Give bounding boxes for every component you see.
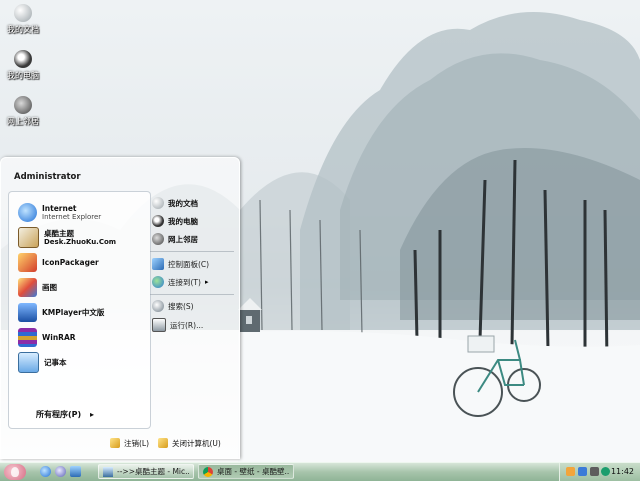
quicklaunch-desktop-icon[interactable] [70, 466, 81, 477]
program-iconpackager[interactable]: IconPackager [18, 251, 99, 273]
start-menu-control-panel[interactable]: 控制面板(C) [152, 256, 209, 272]
ie-icon [18, 202, 37, 222]
system-tray: 11:42 [559, 463, 640, 481]
program-title: KMPlayer中文版 [42, 307, 105, 317]
start-menu-network[interactable]: 网上邻居 [152, 231, 198, 247]
start-menu-search[interactable]: 搜索(S) [152, 298, 194, 314]
connect-icon [152, 276, 164, 288]
computer-icon [14, 50, 32, 68]
taskbar: -->>桌酷主题 - Mic... 桌面 - 壁纸 - 桌酷壁... 11:42 [0, 462, 640, 481]
program-title: IconPackager [42, 257, 99, 267]
kmplayer-icon [18, 302, 37, 322]
program-notepad[interactable]: 记事本 [18, 351, 67, 373]
all-programs-label: 所有程序(P) [36, 410, 82, 419]
taskbar-window-wallpaper[interactable]: 桌面 - 壁纸 - 桌酷壁... [198, 464, 294, 479]
desktop-icon-label: 我的文档 [7, 25, 39, 34]
winrar-icon [18, 327, 37, 347]
places-label: 控制面板(C) [168, 259, 210, 269]
taskbar-clock[interactable]: 11:42 [611, 467, 634, 476]
explorer-window-icon [103, 466, 113, 477]
places-label: 运行(R)... [170, 320, 204, 330]
places-label: 网上邻居 [168, 234, 198, 244]
key-icon [110, 438, 120, 448]
shutdown-label: 关闭计算机(U) [172, 438, 221, 448]
network-icon [152, 233, 164, 245]
places-label: 我的文档 [168, 198, 198, 208]
shutdown-button[interactable]: 关闭计算机(U) [158, 436, 221, 450]
places-label: 搜索(S) [168, 301, 194, 311]
program-title: Internet [42, 203, 77, 213]
iconpackager-icon [18, 252, 37, 272]
quicklaunch-browser-icon[interactable] [55, 466, 66, 477]
quicklaunch-ie-icon[interactable] [40, 466, 51, 477]
tray-network-icon[interactable] [578, 467, 587, 476]
program-zhuoku-theme[interactable]: 桌酷主题 Desk.ZhuoKu.Com [18, 226, 116, 248]
taskbar-window-label: -->>桌酷主题 - Mic... [117, 467, 189, 476]
start-menu-user-name: Administrator [14, 172, 81, 182]
places-divider [150, 251, 234, 252]
power-icon [158, 438, 168, 448]
arrow-right-icon: ▸ [89, 410, 94, 419]
desktop-icon-my-documents[interactable]: 我的文档 [4, 4, 42, 35]
program-subtitle: Desk.ZhuoKu.Com [44, 237, 117, 246]
all-programs-button[interactable]: 所有程序(P) ▸ [36, 409, 94, 420]
places-label: 连接到(T) [168, 277, 201, 287]
program-title: WinRAR [42, 332, 76, 342]
system-divider [150, 294, 234, 295]
program-winrar[interactable]: WinRAR [18, 326, 76, 348]
network-icon [14, 96, 32, 114]
search-icon [152, 300, 164, 312]
documents-icon [152, 197, 164, 209]
taskbar-window-label: 桌面 - 壁纸 - 桌酷壁... [217, 467, 289, 476]
tray-volume-icon[interactable] [590, 467, 599, 476]
program-subtitle: Internet Explorer [42, 212, 102, 221]
notepad-icon [18, 351, 39, 373]
program-title: 画图 [42, 282, 57, 292]
paint-icon [18, 277, 37, 297]
computer-icon [152, 215, 164, 227]
logoff-button[interactable]: 注销(L) [110, 436, 149, 450]
documents-icon [14, 4, 32, 22]
desktop-icon-label: 网上邻居 [7, 117, 39, 126]
taskbar-window-zhuoku[interactable]: -->>桌酷主题 - Mic... [98, 464, 194, 479]
run-icon [152, 318, 166, 332]
program-paint[interactable]: 画图 [18, 276, 57, 298]
tray-app-icon[interactable] [566, 467, 575, 476]
program-title: 桌酷主题 [44, 228, 74, 238]
desktop-icon-my-computer[interactable]: 我的电脑 [4, 50, 42, 81]
start-menu-my-computer[interactable]: 我的电脑 [152, 213, 198, 229]
desktop-icon-network[interactable]: 网上邻居 [4, 96, 42, 127]
program-internet-explorer[interactable]: Internet Internet Explorer [18, 201, 101, 223]
start-button[interactable] [4, 464, 26, 480]
start-menu-connect-to[interactable]: 连接到(T) ▸ [152, 274, 208, 290]
arrow-right-icon: ▸ [204, 278, 209, 286]
start-logo-icon [11, 467, 19, 477]
chrome-icon [203, 466, 213, 477]
desktop-icon-label: 我的电脑 [7, 71, 39, 80]
zhuoku-icon [18, 226, 39, 248]
control-panel-icon [152, 258, 164, 270]
logoff-label: 注销(L) [124, 438, 150, 448]
program-title: 记事本 [44, 357, 67, 367]
program-kmplayer[interactable]: KMPlayer中文版 [18, 301, 104, 323]
tray-security-icon[interactable] [601, 467, 610, 476]
places-label: 我的电脑 [168, 216, 198, 226]
start-menu-run[interactable]: 运行(R)... [152, 317, 203, 333]
start-menu-my-documents[interactable]: 我的文档 [152, 195, 198, 211]
